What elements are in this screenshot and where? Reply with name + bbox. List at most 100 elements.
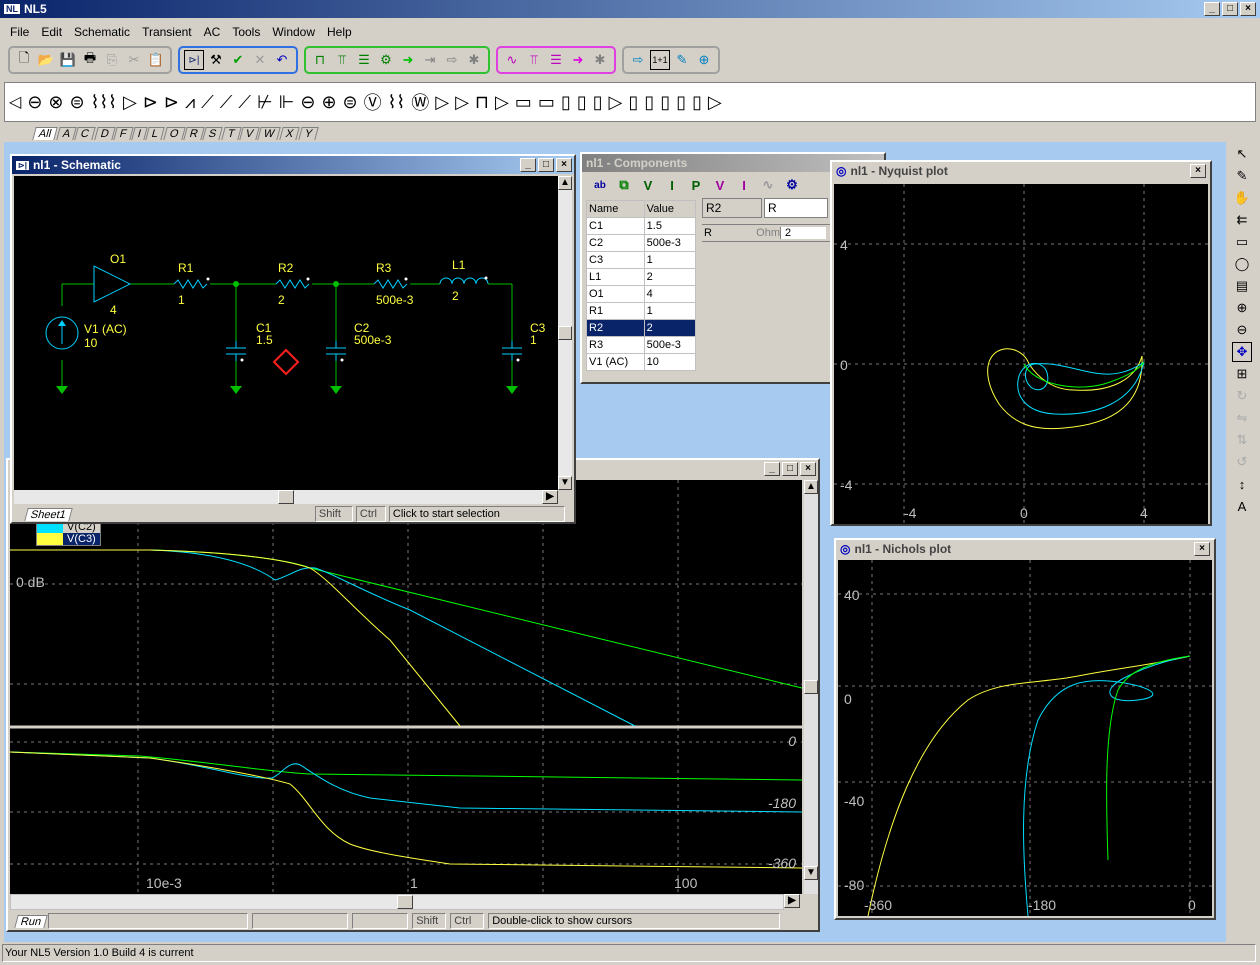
bode-scroll-right-button[interactable]: ▶	[784, 894, 800, 908]
tab-sheet1[interactable]: Sheet1	[24, 507, 73, 521]
voltmeter-icon[interactable]: Ⓥ	[364, 89, 382, 115]
transient-settings-icon[interactable]: ⚙	[376, 50, 396, 70]
flip-icon[interactable]: ⇋	[1232, 408, 1252, 428]
tab-s[interactable]: S	[202, 127, 224, 140]
block-9-icon[interactable]: ▯	[676, 92, 686, 113]
tab-o[interactable]: O	[163, 127, 186, 140]
transient-step-icon[interactable]: ⇥	[420, 50, 440, 70]
voltage-probe-icon[interactable]: V	[638, 175, 658, 195]
rotate-2-icon[interactable]: ↺	[1232, 452, 1252, 472]
col-name-header[interactable]: Name	[586, 200, 645, 218]
table-row[interactable]: C1 1.5	[586, 217, 697, 235]
text-style-icon[interactable]: A	[1232, 496, 1252, 516]
transient-run-icon[interactable]: ➜	[398, 50, 418, 70]
block-4-icon[interactable]: ▯	[577, 92, 587, 113]
bode-scroll-up-button[interactable]: ▲	[804, 480, 818, 494]
tab-f[interactable]: F	[113, 127, 134, 140]
text-icon[interactable]: ▤	[1232, 276, 1252, 296]
rotate-icon[interactable]: ↻	[1232, 386, 1252, 406]
tab-r[interactable]: R	[182, 127, 205, 140]
transient-graph-icon[interactable]: ⊓	[310, 50, 330, 70]
ac-stop-icon[interactable]: ✱	[590, 50, 610, 70]
buffer-icon[interactable]: ▷	[435, 92, 449, 113]
minimize-button[interactable]: _	[1204, 2, 1220, 16]
wattmeter-icon[interactable]: Ⓦ	[411, 89, 429, 115]
check-icon[interactable]: ✔	[228, 50, 248, 70]
bode-hscroll-thumb[interactable]	[397, 895, 413, 909]
block-2-icon[interactable]: ▭	[538, 92, 555, 113]
zoom-fit-icon[interactable]: ✥	[1232, 342, 1252, 362]
block-7-icon[interactable]: ▯	[644, 92, 654, 113]
table-row[interactable]: L1 2	[586, 268, 697, 286]
component-settings-icon[interactable]: ⚙	[782, 175, 802, 195]
table-row[interactable]: C2 500e-3	[586, 234, 697, 252]
transient-stop-icon[interactable]: ✱	[464, 50, 484, 70]
bode-minimize-button[interactable]: _	[764, 462, 780, 476]
ac-wave-icon[interactable]: ∿	[758, 175, 778, 195]
save-icon[interactable]: 💾	[58, 50, 78, 70]
bode-vscrollbar[interactable]: ▲ ▼	[804, 480, 818, 894]
pulse-icon[interactable]: ⊓	[475, 92, 489, 113]
current-probe-icon[interactable]: I	[662, 175, 682, 195]
block-6-icon[interactable]: ▯	[628, 92, 638, 113]
block-3-icon[interactable]: ▯	[561, 92, 571, 113]
coil-icon[interactable]: ⌇⌇	[388, 92, 406, 113]
tab-w[interactable]: W	[257, 127, 282, 140]
legend-vc3[interactable]: V(C3)	[63, 533, 100, 545]
current-source-2-icon[interactable]: ⊗	[48, 92, 63, 113]
schematic-vscrollbar[interactable]: ▲ ▼	[558, 176, 572, 490]
table-row[interactable]: R3 500e-3	[586, 336, 697, 354]
schematic-scroll-down-button[interactable]: ▼	[558, 476, 572, 490]
export-icon[interactable]: ⇨	[628, 50, 648, 70]
buffer-2-icon[interactable]: ▷	[455, 92, 469, 113]
copy-icon[interactable]: ⎘	[102, 50, 122, 70]
zoom-out-icon[interactable]: ⊖	[1232, 320, 1252, 340]
detail-type-field[interactable]: R	[764, 198, 828, 218]
table-row-selected[interactable]: R2 2	[586, 319, 697, 337]
close-button[interactable]: ×	[1240, 2, 1256, 16]
print-icon[interactable]: 🖶	[80, 50, 100, 70]
bode-hscrollbar[interactable]	[10, 894, 784, 910]
switch-3-icon[interactable]: ⟋	[238, 92, 251, 113]
current-source-3-icon[interactable]: ⊜	[70, 92, 85, 113]
transient-continue-icon[interactable]: ⇨	[442, 50, 462, 70]
buffer-3-icon[interactable]: ▷	[609, 92, 623, 113]
mirror-icon[interactable]: ⇅	[1232, 430, 1252, 450]
amplifier-3-icon[interactable]: ⊳	[164, 92, 179, 113]
schematic-hscrollbar[interactable]: ▶	[14, 490, 558, 504]
schematic-vscroll-thumb[interactable]	[558, 326, 572, 340]
table-row[interactable]: V1 (AC) 10	[586, 353, 697, 371]
tab-y[interactable]: Y	[298, 127, 319, 140]
tools-icon[interactable]: ⚒	[206, 50, 226, 70]
ellipse-icon[interactable]: ◯	[1232, 254, 1252, 274]
menu-tools[interactable]: Tools	[226, 25, 266, 39]
menu-edit[interactable]: Edit	[35, 25, 68, 39]
schematic-close-button[interactable]: ×	[556, 158, 572, 172]
undo-icon[interactable]: ↶	[272, 50, 292, 70]
nyquist-plot-area[interactable]: 4 0 -4 -4 0 4	[834, 184, 1208, 524]
col-value-header[interactable]: Value	[643, 200, 697, 218]
tab-x[interactable]: X	[279, 127, 301, 140]
tab-all[interactable]: All	[32, 127, 58, 140]
component-rename-icon[interactable]: ab	[590, 175, 610, 195]
pen-icon[interactable]: ✎	[1232, 166, 1252, 186]
rectangle-icon[interactable]: ▭	[1232, 232, 1252, 252]
tab-d[interactable]: D	[93, 127, 116, 140]
voltage-source-icon[interactable]: ⊖	[300, 92, 315, 113]
ac-run-icon[interactable]: ➜	[568, 50, 588, 70]
ac-probe-icon[interactable]: ⫪	[524, 50, 544, 70]
bode-maximize-button[interactable]: □	[782, 462, 798, 476]
schematic-canvas[interactable]: O1 4 V1 (AC) 10 R1 1 R2 2 R3 500e-3 L1 2…	[14, 176, 558, 490]
wire-icon[interactable]: ⇇	[1232, 210, 1252, 230]
menu-help[interactable]: Help	[321, 25, 358, 39]
menu-transient[interactable]: Transient	[136, 25, 198, 39]
bode-plot-area[interactable]: 0 dB 0 -180 -360 10e-3 1 100	[10, 480, 802, 894]
schematic-hscroll-thumb[interactable]	[278, 490, 294, 504]
ac-voltage-probe-icon[interactable]: V	[710, 175, 730, 195]
schematic-scroll-right-button[interactable]: ▶	[542, 490, 558, 504]
comparator-icon[interactable]: ▷	[495, 92, 509, 113]
component-copy-icon[interactable]: ⧉	[614, 175, 634, 195]
block-10-icon[interactable]: ▯	[692, 92, 702, 113]
bode-scroll-thumb[interactable]	[804, 680, 818, 694]
pointer-icon[interactable]: ↖	[1232, 144, 1252, 164]
